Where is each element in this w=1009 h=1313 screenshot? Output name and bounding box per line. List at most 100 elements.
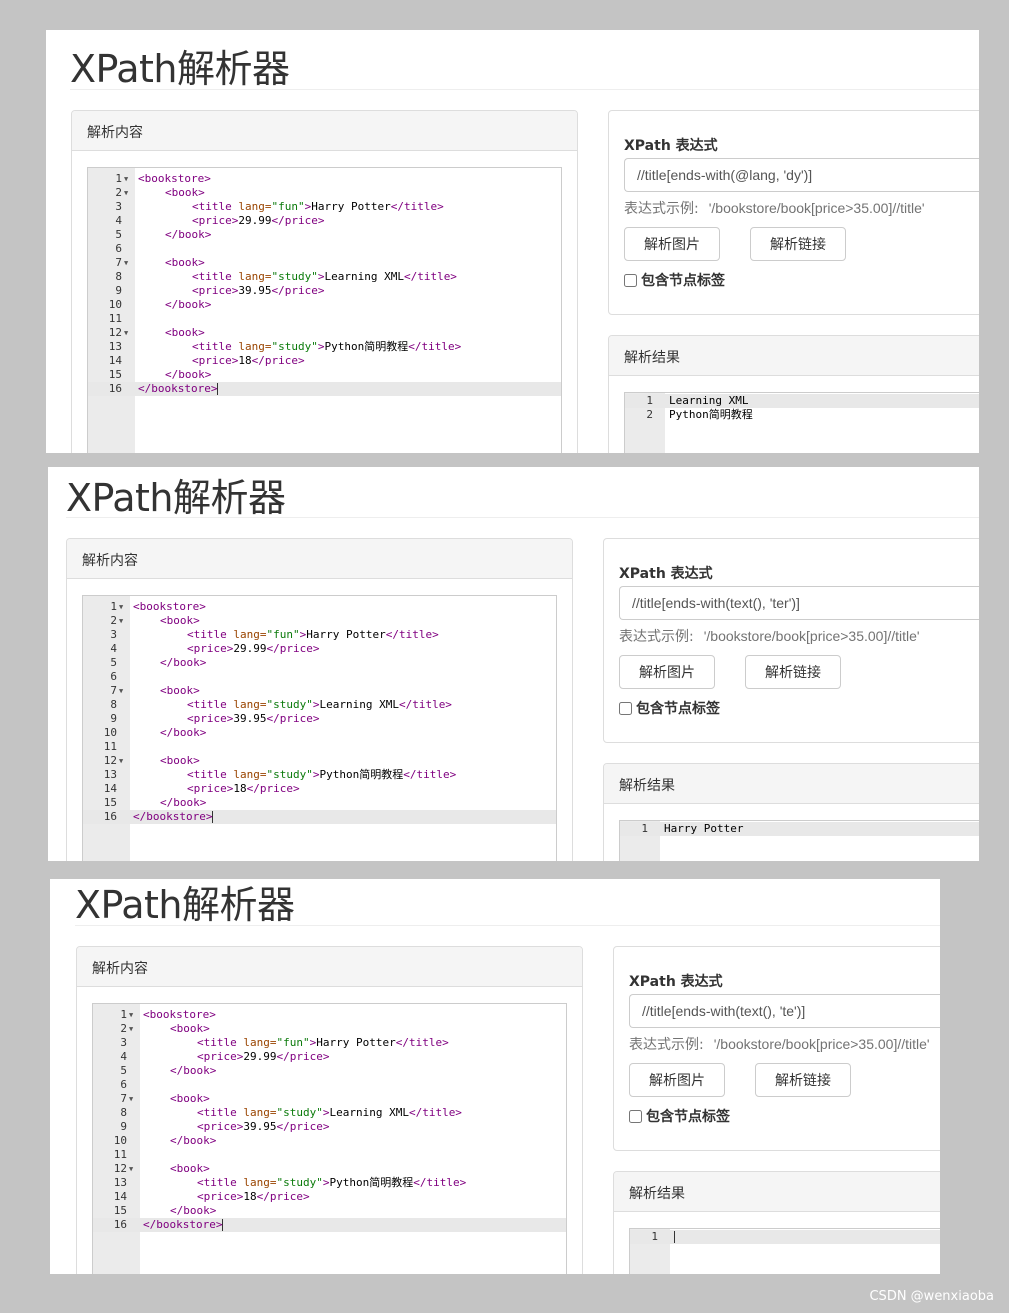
fold-arrow-icon[interactable]: ▼ xyxy=(119,600,127,614)
result-editor[interactable]: 1 Learning XML 2 Python简明教程 xyxy=(624,392,979,453)
code-text: </book> xyxy=(165,228,212,241)
code-text: </bookstore> xyxy=(138,382,219,395)
line-number: 12 xyxy=(108,326,122,339)
content-panel-heading: 解析内容 xyxy=(67,539,572,579)
code-line: 12 ▼ <book> xyxy=(83,754,556,768)
code-line: 1 ▼ <bookstore> xyxy=(93,1008,566,1022)
code-text: <title lang="study">Learning XML</title> xyxy=(187,698,452,711)
result-editor[interactable]: 1 xyxy=(629,1228,940,1274)
code-line: 1 ▼ <bookstore> xyxy=(88,172,561,186)
include-tags-checkbox-box[interactable] xyxy=(624,273,637,287)
fold-arrow-icon[interactable]: ▼ xyxy=(124,172,132,186)
include-tags-label: 包含节点标签 xyxy=(636,701,720,717)
result-line: 1 xyxy=(630,1230,940,1244)
line-number: 5 xyxy=(120,1064,127,1077)
line-number: 2 xyxy=(115,186,122,199)
fold-arrow-icon[interactable]: ▼ xyxy=(119,684,127,698)
code-line: 7 ▼ <book> xyxy=(88,256,561,270)
include-tags-checkbox-box[interactable] xyxy=(619,701,632,715)
xpath-input[interactable] xyxy=(624,158,979,192)
code-text: <price>29.99</price> xyxy=(197,1050,330,1063)
fold-arrow-icon[interactable]: ▼ xyxy=(129,1022,137,1036)
xpath-form-panel: XPath 表达式 表达式示例: '/bookstore/book[price>3… xyxy=(613,946,940,1151)
code-line: 8 <title lang="study">Learning XML</title… xyxy=(88,270,561,284)
fold-arrow-icon[interactable]: ▼ xyxy=(129,1162,137,1176)
xpath-input[interactable] xyxy=(619,586,979,620)
code-text: <bookstore> xyxy=(133,600,206,613)
page-title: XPath解析器 xyxy=(66,476,286,520)
parse-image-button[interactable]: 解析图片 xyxy=(624,227,720,261)
line-number: 14 xyxy=(108,354,122,367)
fold-arrow-icon[interactable]: ▼ xyxy=(129,1008,137,1022)
code-line: 7 ▼ <book> xyxy=(93,1092,566,1106)
parse-link-button[interactable]: 解析链接 xyxy=(745,655,841,689)
xpath-input[interactable] xyxy=(629,994,940,1028)
content-panel: 解析内容 1 ▼ <bookstore> 2 ▼ <book> 3 <title lang="… xyxy=(71,110,578,453)
line-number: 13 xyxy=(108,340,122,353)
line-number: 5 xyxy=(110,656,117,669)
fold-arrow-icon[interactable]: ▼ xyxy=(124,256,132,270)
result-panel-heading: 解析结果 xyxy=(609,336,979,376)
result-text: Harry Potter xyxy=(664,822,744,835)
include-tags-checkbox-box[interactable] xyxy=(629,1109,642,1123)
code-text: <title lang="study">Python简明教程</title> xyxy=(192,340,462,353)
code-text: <price>18</price> xyxy=(192,354,305,367)
fold-arrow-icon[interactable]: ▼ xyxy=(129,1092,137,1106)
code-text: <bookstore> xyxy=(143,1008,216,1021)
include-tags-label: 包含节点标签 xyxy=(641,273,725,289)
title-divider xyxy=(66,517,979,518)
code-line: 11 xyxy=(83,740,556,754)
code-line: 15 </book> xyxy=(83,796,556,810)
line-number: 16 xyxy=(103,810,117,823)
code-line: 16 </bookstore> xyxy=(83,810,556,824)
line-number: 8 xyxy=(115,270,122,283)
result-panel-heading: 解析结果 xyxy=(614,1172,940,1212)
result-editor[interactable]: 1 Harry Potter xyxy=(619,820,979,861)
code-line: 10 </book> xyxy=(83,726,556,740)
line-number: 15 xyxy=(108,368,122,381)
example-hint: 表达式示例: '/bookstore/book[price>35.00]//tit… xyxy=(624,198,925,218)
fold-arrow-icon[interactable]: ▼ xyxy=(119,614,127,628)
fold-arrow-icon[interactable]: ▼ xyxy=(124,186,132,200)
source-editor[interactable]: 1 ▼ <bookstore> 2 ▼ <book> 3 <title lang="fun">… xyxy=(82,595,557,861)
watermark: CSDN @wenxiaoba xyxy=(869,1289,994,1304)
code-line: 11 xyxy=(88,312,561,326)
source-editor[interactable]: 1 ▼ <bookstore> 2 ▼ <book> 3 <title lang="fun">… xyxy=(87,167,562,453)
include-tags-checkbox[interactable]: 包含节点标签 xyxy=(629,1106,730,1126)
code-line: 9 <price>39.95</price> xyxy=(83,712,556,726)
result-panel: 解析结果 1 Learning XML 2 Python简明教程 xyxy=(608,335,979,453)
line-number: 1 xyxy=(110,600,117,613)
include-tags-checkbox[interactable]: 包含节点标签 xyxy=(624,270,725,290)
code-text: </book> xyxy=(170,1204,217,1217)
content-panel: 解析内容 1 ▼ <bookstore> 2 ▼ <book> 3 <title lang="… xyxy=(66,538,573,861)
line-number: 11 xyxy=(113,1148,127,1161)
code-line: 6 xyxy=(88,242,561,256)
xpath-label: XPath 表达式 xyxy=(619,566,713,582)
code-line: 1 ▼ <bookstore> xyxy=(83,600,556,614)
code-text: <price>39.95</price> xyxy=(197,1120,330,1133)
code-line: 2 ▼ <book> xyxy=(88,186,561,200)
include-tags-checkbox[interactable]: 包含节点标签 xyxy=(619,698,720,718)
fold-arrow-icon[interactable]: ▼ xyxy=(124,326,132,340)
parse-image-button[interactable]: 解析图片 xyxy=(619,655,715,689)
result-line: 2 Python简明教程 xyxy=(625,408,979,422)
parse-image-button[interactable]: 解析图片 xyxy=(629,1063,725,1097)
line-number: 6 xyxy=(120,1078,127,1091)
code-line: 14 <price>18</price> xyxy=(88,354,561,368)
line-number: 3 xyxy=(120,1036,127,1049)
line-number: 4 xyxy=(110,642,117,655)
line-number: 1 xyxy=(115,172,122,185)
line-number: 10 xyxy=(108,298,122,311)
line-number: 7 xyxy=(120,1092,127,1105)
code-line: 9 <price>39.95</price> xyxy=(88,284,561,298)
code-text: <book> xyxy=(170,1092,210,1105)
line-number: 1 xyxy=(651,1230,658,1243)
code-text: <bookstore> xyxy=(138,172,211,185)
line-number: 9 xyxy=(110,712,117,725)
source-editor[interactable]: 1 ▼ <bookstore> 2 ▼ <book> 3 <title lang="fun">… xyxy=(92,1003,567,1274)
fold-arrow-icon[interactable]: ▼ xyxy=(119,754,127,768)
line-number: 15 xyxy=(113,1204,127,1217)
example-value: '/bookstore/book[price>35.00]//title' xyxy=(713,1036,930,1052)
parse-link-button[interactable]: 解析链接 xyxy=(750,227,846,261)
parse-link-button[interactable]: 解析链接 xyxy=(755,1063,851,1097)
